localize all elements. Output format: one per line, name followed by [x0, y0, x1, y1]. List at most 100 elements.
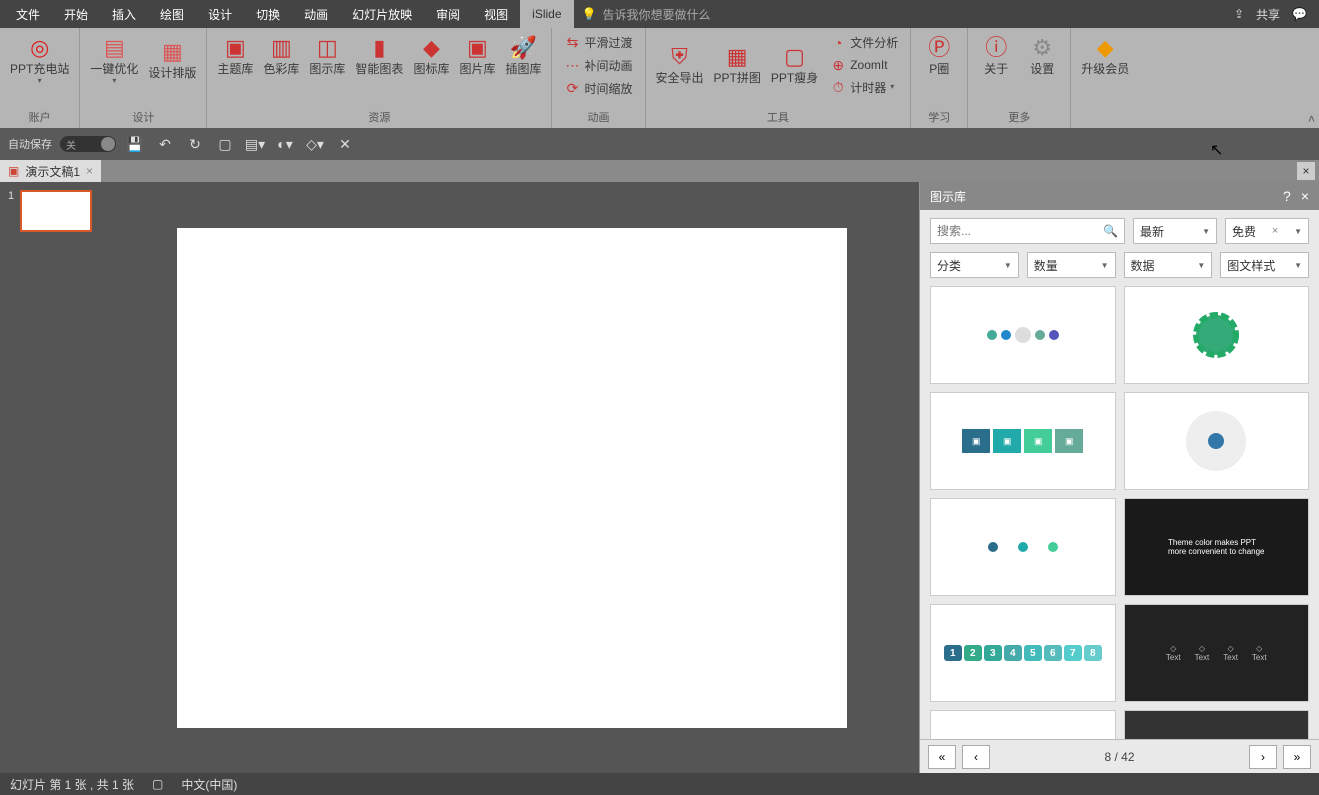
- next-page-button[interactable]: ›: [1249, 745, 1277, 769]
- template-item[interactable]: ◇Text◇Text◇Text◇Text: [1124, 604, 1310, 702]
- pie-icon: ◔: [830, 35, 846, 51]
- menu-view[interactable]: 视图: [472, 0, 520, 28]
- menu-transition[interactable]: 切换: [244, 0, 292, 28]
- menu-islide[interactable]: iSlide: [520, 0, 573, 28]
- search-box[interactable]: 🔍: [930, 218, 1125, 244]
- theme-lib-button[interactable]: ▣主题库: [213, 32, 257, 80]
- style-dropdown[interactable]: 图文样式▼: [1220, 252, 1309, 278]
- diagram-library-panel: 图示库 ? × 🔍 最新▼ 免费×▼ 分类▼ 数量▼ 数据▼ 图文样式▼: [919, 182, 1319, 773]
- first-page-button[interactable]: «: [928, 745, 956, 769]
- template-item[interactable]: [1124, 286, 1310, 384]
- redo-button[interactable]: ↻: [184, 133, 206, 155]
- chevron-down-icon: ▼: [1202, 227, 1210, 236]
- menu-design[interactable]: 设计: [196, 0, 244, 28]
- main-area: 1 图示库 ? × 🔍 最新▼ 免费×▼ 分类▼: [0, 182, 1319, 773]
- menu-insert[interactable]: 插入: [100, 0, 148, 28]
- menu-home[interactable]: 开始: [52, 0, 100, 28]
- qat-btn-3[interactable]: ◐▾: [274, 133, 296, 155]
- ppt-station-button[interactable]: ◎ PPT充电站 ▾: [6, 32, 73, 88]
- ppt-icon: ▣: [8, 164, 19, 178]
- image-lib-button[interactable]: ▣图片库: [455, 32, 499, 80]
- slide-number: 1: [8, 190, 14, 232]
- close-panel-icon[interactable]: ×: [1301, 188, 1309, 204]
- help-icon[interactable]: ?: [1283, 188, 1291, 204]
- chart-icon: ▮: [365, 34, 393, 62]
- settings-button[interactable]: ⚙设置: [1020, 32, 1064, 80]
- undo-button[interactable]: ↶: [154, 133, 176, 155]
- qat-btn-1[interactable]: ▢: [214, 133, 236, 155]
- bulb-icon: 💡: [582, 7, 597, 21]
- smooth-transition-button[interactable]: ⇆平滑过渡: [558, 32, 638, 53]
- panel-title: 图示库: [930, 188, 966, 205]
- image-icon: ▣: [463, 34, 491, 62]
- template-item[interactable]: [930, 286, 1116, 384]
- price-dropdown[interactable]: 免费×▼: [1225, 218, 1309, 244]
- data-dropdown[interactable]: 数据▼: [1124, 252, 1213, 278]
- menu-file[interactable]: 文件: [4, 0, 52, 28]
- analyze-button[interactable]: ◔文件分析: [824, 32, 904, 53]
- time-scale-button[interactable]: ⟳时间缩放: [558, 78, 638, 99]
- category-dropdown[interactable]: 分类▼: [930, 252, 1019, 278]
- quantity-dropdown[interactable]: 数量▼: [1027, 252, 1116, 278]
- prev-page-button[interactable]: ‹: [962, 745, 990, 769]
- template-item[interactable]: Theme color makes PPTmore convenient to …: [1124, 498, 1310, 596]
- qat-btn-2[interactable]: ▤▾: [244, 133, 266, 155]
- timer-button[interactable]: ⏱计时器▾: [824, 77, 904, 98]
- slide-counter: 幻灯片 第 1 张 , 共 1 张: [10, 776, 134, 793]
- language-indicator[interactable]: 中文(中国): [181, 776, 237, 793]
- icon-lib-button[interactable]: ◆图标库: [409, 32, 453, 80]
- collage-button[interactable]: ▦PPT拼图: [710, 32, 765, 98]
- slide-canvas[interactable]: [177, 228, 847, 728]
- tell-me-search[interactable]: 💡 告诉我你想要做什么: [582, 6, 711, 23]
- comments-icon[interactable]: 💬: [1292, 7, 1307, 21]
- layout-button[interactable]: ▦设计排版: [144, 32, 200, 88]
- group-more: 更多: [1008, 109, 1030, 128]
- pquan-button[interactable]: ⓅP圈: [917, 32, 961, 80]
- diagram-lib-button[interactable]: ◫图示库: [305, 32, 349, 80]
- close-tab-icon[interactable]: ×: [86, 164, 93, 178]
- chart-lib-button[interactable]: ▮智能图表: [351, 32, 407, 80]
- chevron-down-icon: ▾: [38, 76, 42, 86]
- optimize-button[interactable]: ▤一键优化▾: [86, 32, 142, 88]
- template-item[interactable]: [1124, 392, 1310, 490]
- menu-slideshow[interactable]: 幻灯片放映: [340, 0, 424, 28]
- status-bar: 幻灯片 第 1 张 , 共 1 张 ▢ 中文(中国): [0, 773, 1319, 795]
- collapse-ribbon-icon[interactable]: ˄: [1308, 112, 1315, 126]
- last-page-button[interactable]: »: [1283, 745, 1311, 769]
- gear-icon: ⚙: [1028, 34, 1056, 62]
- search-icon[interactable]: 🔍: [1103, 224, 1118, 238]
- tween-button[interactable]: ⋯补间动画: [558, 55, 638, 76]
- accessibility-icon[interactable]: ▢: [152, 777, 163, 791]
- autosave-toggle[interactable]: 关: [60, 136, 116, 152]
- qat-btn-5[interactable]: ✕: [334, 133, 356, 155]
- slim-button[interactable]: ▢PPT瘦身: [767, 32, 822, 98]
- save-button[interactable]: 💾: [124, 133, 146, 155]
- menu-draw[interactable]: 绘图: [148, 0, 196, 28]
- template-item[interactable]: [1124, 710, 1310, 739]
- qat-btn-4[interactable]: ◇▾: [304, 133, 326, 155]
- menu-animation[interactable]: 动画: [292, 0, 340, 28]
- share-icon[interactable]: ⇪: [1234, 7, 1244, 21]
- upgrade-button[interactable]: ◆升级会员: [1077, 32, 1133, 80]
- slide-thumbnail-1[interactable]: [20, 190, 92, 232]
- template-item[interactable]: 12345678: [930, 604, 1116, 702]
- menu-review[interactable]: 审阅: [424, 0, 472, 28]
- zoomit-button[interactable]: ⊕ZoomIt: [824, 55, 904, 75]
- template-item[interactable]: [930, 710, 1116, 739]
- export-button[interactable]: ⛨安全导出: [652, 32, 708, 98]
- close-all-tabs-button[interactable]: ×: [1297, 162, 1315, 180]
- autosave-label: 自动保存: [8, 136, 52, 152]
- sort-dropdown[interactable]: 最新▼: [1133, 218, 1217, 244]
- color-lib-button[interactable]: ▥色彩库: [259, 32, 303, 80]
- template-grid: ▣▣▣▣ Theme color makes PPTmore convenien…: [920, 286, 1319, 739]
- template-item[interactable]: [930, 498, 1116, 596]
- about-button[interactable]: ⓘ关于: [974, 32, 1018, 80]
- illust-lib-button[interactable]: 🚀插图库: [501, 32, 545, 80]
- doc-tab[interactable]: ▣ 演示文稿1 ×: [0, 160, 101, 182]
- panel-header: 图示库 ? ×: [920, 182, 1319, 210]
- share-label[interactable]: 共享: [1256, 6, 1280, 23]
- template-item[interactable]: ▣▣▣▣: [930, 392, 1116, 490]
- clear-icon[interactable]: ×: [1272, 225, 1278, 237]
- search-input[interactable]: [937, 224, 1103, 238]
- group-learn: 学习: [928, 109, 950, 128]
